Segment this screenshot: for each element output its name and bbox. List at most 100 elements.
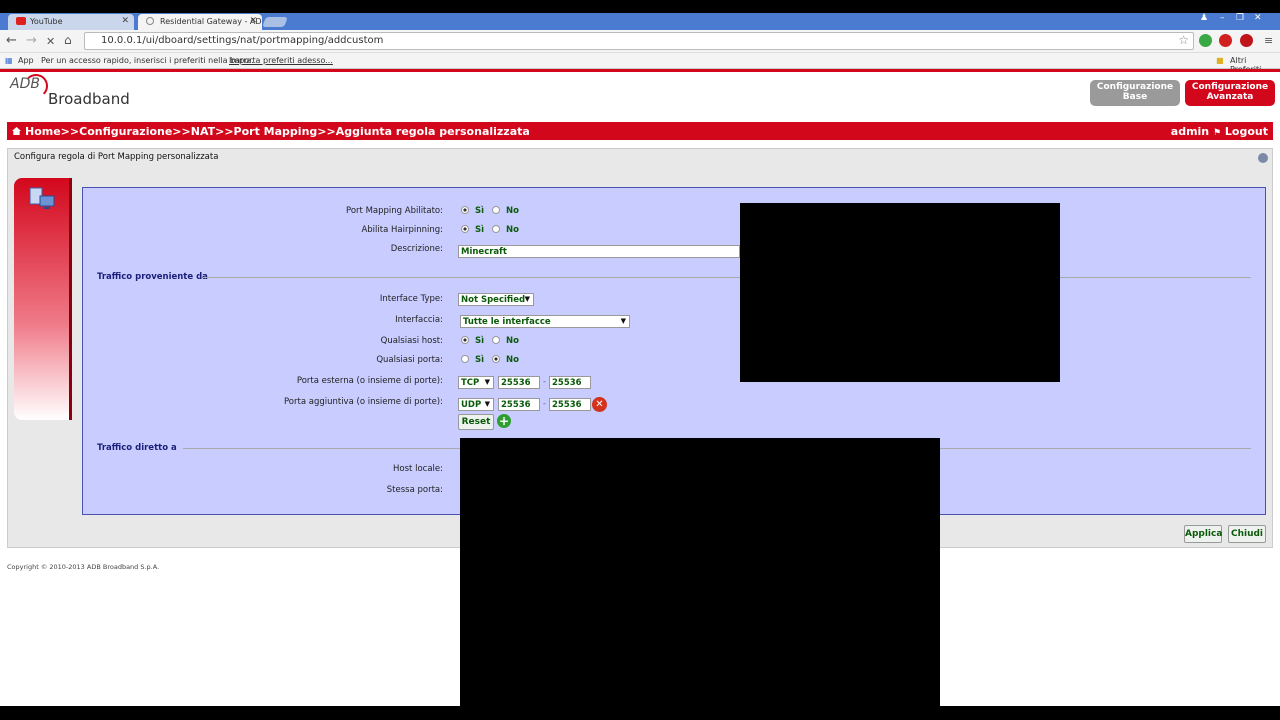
address-bar[interactable]: 10.0.0.1/ui/dboard/settings/nat/portmapp… <box>84 32 1194 50</box>
additional-protocol-select[interactable]: UDP ▼ <box>458 398 494 411</box>
port-mapping-enabled-radio[interactable]: Sì No <box>461 206 519 216</box>
home-icon[interactable] <box>12 127 21 135</box>
maximize-icon[interactable]: ❐ <box>1236 13 1244 23</box>
additional-port-from-input[interactable]: 25536 <box>498 398 540 411</box>
local-host-label: Host locale: <box>393 464 443 474</box>
close-icon[interactable]: ✕ <box>121 16 129 26</box>
config-base-button[interactable]: Configurazione Base <box>1090 80 1180 106</box>
screen-top-border <box>0 0 1280 13</box>
breadcrumb-path[interactable]: Home>>Configurazione>>NAT>>Port Mapping>… <box>25 125 530 138</box>
adblock-icon[interactable] <box>1240 34 1253 47</box>
external-protocol-select[interactable]: TCP ▼ <box>458 376 494 389</box>
tab-label: Residential Gateway - ADB <box>160 17 262 26</box>
tab-residential-gateway[interactable]: Residential Gateway - ADB ✕ <box>138 14 262 30</box>
back-icon[interactable]: ← <box>6 33 17 48</box>
chevron-down-icon: ▼ <box>620 317 626 325</box>
minimize-icon[interactable]: – <box>1220 13 1225 23</box>
logo-broadband: Broadband <box>48 90 130 108</box>
copyright: Copyright © 2010-2013 ADB Broadband S.p.… <box>7 563 160 571</box>
any-host-radio[interactable]: Sì No <box>461 336 519 346</box>
external-port-from-input[interactable]: 25536 <box>498 376 540 389</box>
apply-button[interactable]: Applica <box>1184 525 1222 543</box>
new-tab-button[interactable] <box>262 17 288 27</box>
stop-icon[interactable]: ✕ <box>46 35 55 48</box>
chevron-down-icon: ▼ <box>524 295 530 303</box>
interfaccia-value: Tutte le interfacce <box>463 317 551 327</box>
radio-si: Sì <box>475 355 485 365</box>
description-label: Descrizione: <box>390 244 443 254</box>
description-input[interactable]: Minecraft <box>458 245 740 258</box>
section-divider <box>203 277 1251 278</box>
interface-type-value: Not Specified <box>461 295 526 305</box>
tab-label: YouTube <box>30 17 63 26</box>
hairpin-label: Abilita Hairpinning: <box>361 225 443 235</box>
redaction-block <box>740 203 1060 382</box>
browser-toolbar: ← → ✕ ⌂ 10.0.0.1/ui/dboard/settings/nat/… <box>0 30 1280 53</box>
opera-icon[interactable] <box>1219 34 1232 47</box>
external-protocol-value: TCP <box>461 378 480 388</box>
external-port-label: Porta esterna (o insieme di porte): <box>296 376 443 386</box>
same-port-label: Stessa porta: <box>386 485 443 495</box>
range-dash: - <box>543 377 546 386</box>
import-bookmarks-link[interactable]: Importa preferiti adesso... <box>229 56 333 65</box>
page-header: ADB Broadband Configurazione Base Config… <box>0 72 1280 120</box>
tab-youtube[interactable]: YouTube ✕ <box>8 14 134 30</box>
additional-protocol-value: UDP <box>461 400 482 410</box>
apps-link[interactable]: App <box>18 56 34 65</box>
loading-icon <box>146 17 154 25</box>
close-button[interactable]: Chiudi <box>1228 525 1266 543</box>
reset-button[interactable]: Reset <box>458 414 494 430</box>
chevron-down-icon: ▼ <box>484 378 490 386</box>
config-advanced-button[interactable]: Configurazione Avanzata <box>1185 80 1275 106</box>
close-window-icon[interactable]: ✕ <box>1254 13 1262 23</box>
forward-icon[interactable]: → <box>26 33 37 48</box>
browser-tab-strip: YouTube ✕ Residential Gateway - ADB ✕ ♟ … <box>0 13 1280 30</box>
interfaccia-select[interactable]: Tutte le interfacce ▼ <box>460 315 630 328</box>
delete-icon[interactable]: ✕ <box>592 397 607 412</box>
star-icon[interactable]: ☆ <box>1178 33 1189 47</box>
menu-icon[interactable]: ≡ <box>1264 34 1273 47</box>
username: admin <box>1170 125 1210 138</box>
home-icon[interactable]: ⌂ <box>64 33 72 47</box>
radio-no: No <box>506 336 520 346</box>
additional-port-label: Porta aggiuntiva (o insieme di porte): <box>283 397 443 407</box>
close-icon[interactable]: ✕ <box>249 16 257 26</box>
logout-icon[interactable]: ⚑ <box>1213 128 1221 138</box>
extension-green-icon[interactable] <box>1199 34 1212 47</box>
radio-no: No <box>506 225 520 235</box>
any-port-label: Qualsiasi porta: <box>376 355 443 365</box>
chevron-down-icon: ▼ <box>484 400 490 408</box>
help-icon[interactable] <box>1258 153 1268 163</box>
section-dest-title: Traffico diretto a <box>97 443 177 453</box>
additional-port-to-input[interactable]: 25536 <box>549 398 591 411</box>
folder-icon: ■ <box>1216 56 1224 65</box>
external-port-to-input[interactable]: 25536 <box>549 376 591 389</box>
interface-type-label: Interface Type: <box>379 294 443 304</box>
config-base-sublabel: Base <box>1122 92 1148 102</box>
range-dash: - <box>543 399 546 408</box>
radio-si: Sì <box>475 336 485 346</box>
screen-bottom-border <box>0 706 1280 720</box>
interface-type-select[interactable]: Not Specified ▼ <box>458 293 534 306</box>
config-base-label: Configurazione <box>1096 82 1174 92</box>
add-icon[interactable]: + <box>497 414 511 428</box>
url-text: 10.0.0.1/ui/dboard/settings/nat/portmapp… <box>101 35 384 46</box>
hairpin-radio[interactable]: Sì No <box>461 225 519 235</box>
radio-no: No <box>506 355 520 365</box>
user-area: admin ⚑ Logout <box>1171 125 1268 138</box>
logo-adb: ADB <box>10 76 40 92</box>
network-computer-icon <box>29 187 55 209</box>
radio-no: No <box>506 206 520 216</box>
config-advanced-sublabel: Avanzata <box>1206 92 1254 102</box>
user-icon[interactable]: ♟ <box>1200 13 1208 23</box>
youtube-icon <box>16 17 26 25</box>
bookmarks-hint: Per un accesso rapido, inserisci i prefe… <box>41 56 254 65</box>
logout-link[interactable]: Logout <box>1225 125 1268 138</box>
any-port-radio[interactable]: Sì No <box>461 355 519 365</box>
bookmarks-bar: ▦ App Per un accesso rapido, inserisci i… <box>0 53 1280 74</box>
port-mapping-enabled-label: Port Mapping Abilitato: <box>346 206 443 216</box>
apps-grid-icon[interactable]: ▦ <box>5 56 13 65</box>
breadcrumb: Home>>Configurazione>>NAT>>Port Mapping>… <box>7 122 1273 140</box>
section-source-title: Traffico proveniente da <box>97 272 208 282</box>
redaction-block <box>460 438 940 720</box>
